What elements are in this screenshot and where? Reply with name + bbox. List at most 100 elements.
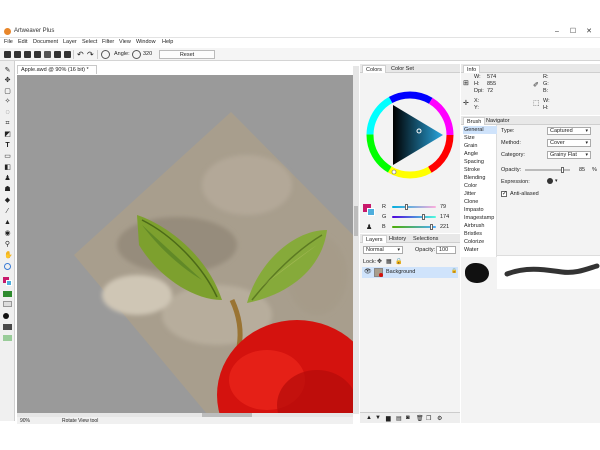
text-tool-icon[interactable]: T xyxy=(4,142,11,149)
brush-opacity-slider[interactable] xyxy=(525,167,570,173)
brush-type-select[interactable]: Captured ▾ xyxy=(547,127,591,135)
tab-info[interactable]: Info xyxy=(463,65,481,73)
new-folder-icon[interactable]: ▆ xyxy=(386,415,391,422)
move-down-icon[interactable]: ▼ xyxy=(375,415,381,421)
category-spacing[interactable]: Spacing xyxy=(463,158,497,166)
print-icon[interactable] xyxy=(34,51,41,58)
green-track[interactable] xyxy=(392,216,436,218)
move-up-icon[interactable]: ▲ xyxy=(366,415,372,421)
green-value[interactable]: 174 xyxy=(440,214,449,220)
lock-transparency-icon[interactable]: ▦ xyxy=(386,258,392,265)
person-icon[interactable]: ♟ xyxy=(366,223,372,231)
category-blending[interactable]: Blending xyxy=(463,174,497,182)
lock-pixels-icon[interactable]: ✥ xyxy=(377,258,382,265)
minimize-button[interactable]: – xyxy=(552,27,562,36)
lasso-icon[interactable]: ◌ xyxy=(4,109,11,116)
expression-icon[interactable] xyxy=(547,178,553,184)
layer-row[interactable]: 👁 Background 🔒 xyxy=(362,267,458,278)
menu-layer[interactable]: Layer xyxy=(63,39,77,45)
smudge-icon[interactable]: ☗ xyxy=(4,186,11,193)
category-water[interactable]: Water xyxy=(463,246,497,254)
brush-opacity-knob[interactable] xyxy=(561,167,564,173)
crop-icon[interactable]: ⌗ xyxy=(4,120,11,127)
close-button[interactable]: ✕ xyxy=(584,27,594,36)
open-file-icon[interactable] xyxy=(14,51,21,58)
blue-slider[interactable]: B 221 xyxy=(382,224,457,230)
paper-color-icon[interactable] xyxy=(3,291,12,297)
paste-icon[interactable] xyxy=(64,51,71,58)
menu-file[interactable]: File xyxy=(4,39,13,45)
new-layer-icon[interactable]: ▤ xyxy=(396,415,402,422)
angle-value[interactable]: 320 xyxy=(132,50,154,59)
red-track[interactable] xyxy=(392,206,436,208)
undo-icon[interactable]: ↶ xyxy=(77,50,84,59)
paper-texture-icon[interactable] xyxy=(3,301,12,307)
menu-help[interactable]: Help xyxy=(162,39,173,45)
menu-edit[interactable]: Edit xyxy=(18,39,27,45)
delete-layer-icon[interactable]: 🗑 xyxy=(416,415,424,422)
duplicate-layer-icon[interactable]: ❐ xyxy=(426,415,431,422)
fill-bucket-icon[interactable]: ◆ xyxy=(4,197,11,204)
layer-mask-icon[interactable]: ◙ xyxy=(406,415,410,421)
category-size[interactable]: Size xyxy=(463,134,497,142)
zoom-readout[interactable]: 90% xyxy=(20,418,30,424)
sharpen-icon[interactable]: ▲ xyxy=(4,219,11,226)
paint-bucket-icon[interactable]: ◉ xyxy=(4,230,11,237)
tab-layers[interactable]: Layers xyxy=(362,235,387,243)
category-grain[interactable]: Grain xyxy=(463,142,497,150)
category-impasto[interactable]: Impasto xyxy=(463,206,497,214)
tab-history[interactable]: History xyxy=(386,235,409,243)
chevron-down-icon[interactable]: ▾ xyxy=(555,178,558,184)
brush-tool-icon[interactable]: ✎ xyxy=(4,67,11,74)
hand-icon[interactable]: ✋ xyxy=(4,252,13,259)
eraser-icon[interactable]: ◩ xyxy=(4,131,11,138)
menu-view[interactable]: View xyxy=(119,39,131,45)
category-clone[interactable]: Clone xyxy=(463,198,497,206)
red-slider[interactable]: R 79 xyxy=(382,204,457,210)
red-value[interactable]: 79 xyxy=(440,204,446,210)
vertical-scroll-thumb[interactable] xyxy=(354,206,358,236)
background-color-swatch[interactable] xyxy=(367,208,375,216)
zoom-icon[interactable]: ⚲ xyxy=(4,241,11,248)
menu-select[interactable]: Select xyxy=(82,39,97,45)
blue-value[interactable]: 221 xyxy=(440,224,449,230)
canvas-area[interactable] xyxy=(17,75,353,414)
menu-filter[interactable]: Filter xyxy=(102,39,114,45)
angle-dial-icon[interactable] xyxy=(101,50,110,59)
angle-knob-icon[interactable] xyxy=(132,50,141,59)
layer-opacity-field[interactable]: 100 xyxy=(436,246,456,254)
vertical-scrollbar[interactable] xyxy=(353,66,359,414)
blend-mode-select[interactable]: Normal ▾ xyxy=(363,246,403,254)
green-knob[interactable] xyxy=(422,214,425,220)
cut-icon[interactable] xyxy=(44,51,51,58)
anti-aliased-checkbox[interactable]: ✓ xyxy=(501,191,507,197)
color-wheel[interactable] xyxy=(360,73,460,193)
document-tab[interactable]: Apple.awd @ 90% (16 bit) * xyxy=(17,65,97,74)
tab-colors[interactable]: Colors xyxy=(362,65,386,73)
brush-opacity-value[interactable]: 85 xyxy=(579,167,585,173)
tab-navigator[interactable]: Navigator xyxy=(483,117,513,125)
clone-stamp-icon[interactable]: ♟ xyxy=(4,175,11,182)
move-tool-icon[interactable]: ✥ xyxy=(4,77,11,84)
save-file-icon[interactable] xyxy=(24,51,31,58)
magic-wand-icon[interactable]: ✧ xyxy=(4,98,11,105)
copy-icon[interactable] xyxy=(54,51,61,58)
category-angle[interactable]: Angle xyxy=(463,150,497,158)
saturation-triangle[interactable] xyxy=(393,105,443,165)
eyedropper-icon[interactable]: ⁄ xyxy=(4,208,11,215)
gradient-preview-icon[interactable] xyxy=(3,324,12,330)
green-slider[interactable]: G 174 xyxy=(382,214,457,220)
maximize-button[interactable]: ☐ xyxy=(568,27,578,36)
category-jitter[interactable]: Jitter xyxy=(463,190,497,198)
new-file-icon[interactable] xyxy=(4,51,11,58)
rotate-view-icon[interactable] xyxy=(4,263,11,270)
eye-icon[interactable]: 👁 xyxy=(364,268,372,275)
category-color[interactable]: Color xyxy=(463,182,497,190)
tab-color-set[interactable]: Color Set xyxy=(388,65,417,73)
menu-document[interactable]: Document xyxy=(33,39,58,45)
tab-selections[interactable]: Selections xyxy=(410,235,441,243)
brush-method-select[interactable]: Cover ▾ xyxy=(547,139,591,147)
brush-shape-icon[interactable] xyxy=(3,313,9,319)
category-imagestamp[interactable]: Imagestamp xyxy=(463,214,497,222)
gradient-icon[interactable]: ◧ xyxy=(4,164,11,171)
